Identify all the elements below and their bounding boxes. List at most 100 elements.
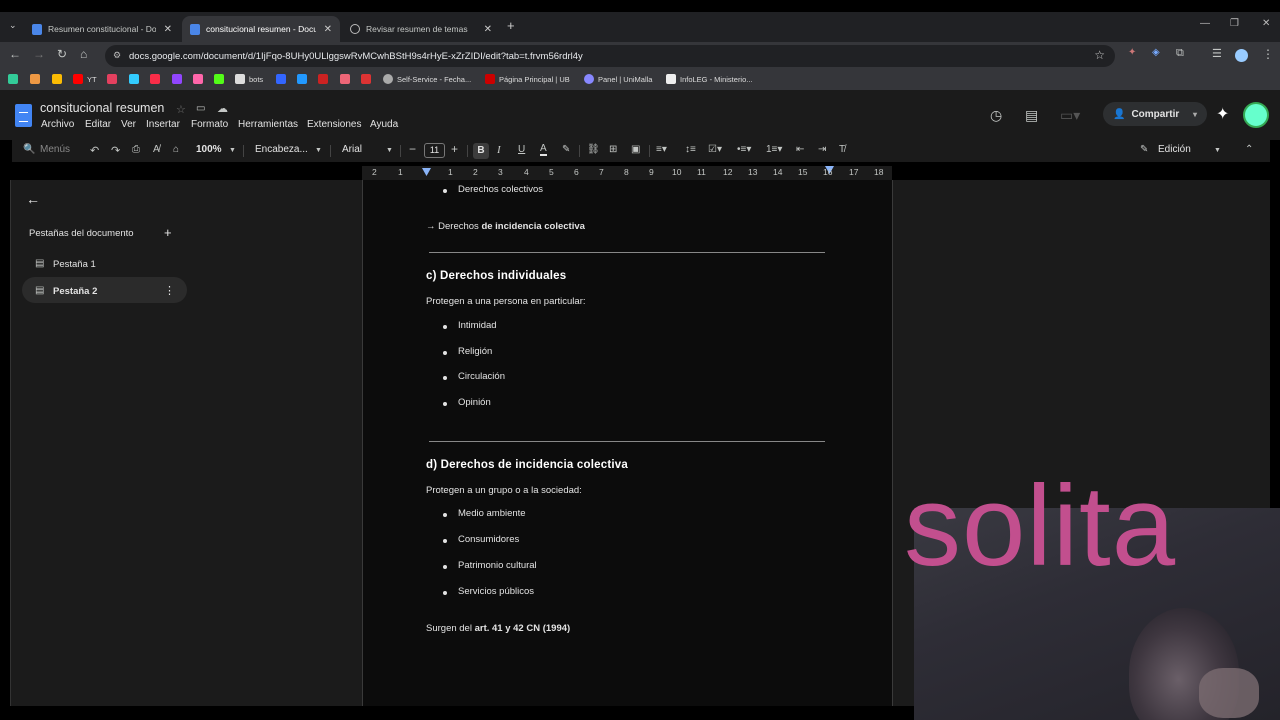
image-icon[interactable]: ▣ — [631, 144, 640, 155]
line-spacing-icon[interactable]: ↕≡ — [685, 144, 696, 155]
browser-tab-2[interactable]: consitucional resumen - Docum ✕ — [182, 16, 340, 42]
forward-arrow-icon[interactable]: → — [33, 47, 45, 61]
numbered-list-icon[interactable]: 1≡▾ — [766, 144, 782, 155]
link-icon[interactable]: ⛓ — [587, 144, 600, 155]
bookmark-icon[interactable] — [276, 74, 290, 84]
checklist-icon[interactable]: ☑▾ — [708, 144, 722, 155]
menu-herramientas[interactable]: Herramientas — [238, 119, 298, 130]
bookmark-star-icon[interactable]: ☆ — [1094, 48, 1105, 62]
decrease-font-size-icon[interactable]: − — [409, 142, 416, 156]
menus-search-input[interactable]: Menús — [40, 144, 70, 155]
move-folder-icon[interactable]: ▭ — [196, 103, 205, 114]
add-tab-plus-icon[interactable]: + — [164, 225, 172, 240]
menu-editar[interactable]: Editar — [85, 119, 111, 130]
reload-icon[interactable]: ↻ — [57, 47, 67, 61]
spellcheck-icon[interactable]: A̸ — [153, 144, 160, 155]
close-icon[interactable]: ✕ — [164, 24, 172, 35]
back-arrow-icon[interactable]: ← — [9, 47, 21, 61]
bookmark-icon[interactable] — [361, 74, 375, 84]
editing-mode-select[interactable]: Edición — [1158, 144, 1191, 155]
history-icon[interactable]: ◷ — [990, 107, 1002, 124]
bookmark-icon[interactable] — [107, 74, 121, 84]
underline-icon[interactable]: U — [518, 144, 525, 155]
increase-font-size-icon[interactable]: + — [451, 142, 458, 156]
chevron-up-icon[interactable]: ⌃ — [1245, 144, 1253, 155]
ruler[interactable]: 2 1 1 2 3 4 5 6 7 8 9 10 11 12 13 14 15 … — [362, 166, 892, 180]
docs-logo-icon[interactable] — [15, 104, 32, 127]
bookmark-self-service[interactable]: Self-Service - Fecha... — [383, 74, 471, 84]
chevron-down-icon[interactable]: ▾ — [1193, 110, 1197, 119]
bullet-list-icon[interactable]: •≡▾ — [737, 144, 751, 155]
bookmark-infoleg[interactable]: InfoLEG - Ministerio... — [666, 74, 753, 84]
address-bar[interactable]: ⚙ docs.google.com/document/d/1IjFqo-8UHy… — [105, 45, 1115, 67]
bold-icon[interactable]: B — [473, 143, 489, 159]
chevron-down-icon[interactable]: ▼ — [229, 147, 236, 154]
close-window-icon[interactable]: ✕ — [1262, 18, 1270, 29]
bookmark-unimalla[interactable]: Panel | UniMalla — [584, 74, 652, 84]
back-arrow-icon[interactable]: ← — [26, 191, 40, 207]
bookmark-icon[interactable] — [340, 74, 354, 84]
home-icon[interactable]: ⌂ — [80, 47, 87, 61]
document-page[interactable] — [362, 180, 893, 720]
bookmark-icon[interactable] — [129, 74, 143, 84]
extension-icon[interactable]: ✦ — [1128, 47, 1136, 58]
account-avatar[interactable] — [1243, 102, 1269, 128]
bookmark-ub[interactable]: Página Principal | UB — [485, 74, 570, 84]
bookmark-icon[interactable] — [8, 74, 22, 84]
bookmark-icon[interactable] — [318, 74, 332, 84]
font-select[interactable]: Arial — [342, 144, 362, 155]
chevron-down-icon[interactable]: ▼ — [1214, 147, 1221, 154]
sidebar-tab-pestana-2[interactable]: Pestaña 2 — [53, 286, 97, 297]
menu-archivo[interactable]: Archivo — [41, 119, 74, 130]
browser-tab-3[interactable]: Revisar resumen de temas ✕ — [342, 16, 500, 42]
more-vert-icon[interactable]: ⋮ — [164, 284, 175, 297]
font-size-input[interactable]: 11 — [424, 143, 445, 158]
bookmark-icon[interactable] — [30, 74, 44, 84]
close-icon[interactable]: ✕ — [484, 24, 492, 35]
highlight-icon[interactable]: ✎ — [562, 144, 570, 155]
decrease-indent-icon[interactable]: ⇤ — [796, 144, 804, 155]
chevron-down-icon[interactable]: ▼ — [386, 147, 393, 154]
menu-insertar[interactable]: Insertar — [146, 119, 180, 130]
redo-icon[interactable]: ↷ — [111, 144, 120, 157]
menu-formato[interactable]: Formato — [191, 119, 228, 130]
maximize-icon[interactable]: ❐ — [1230, 18, 1239, 29]
print-icon[interactable]: ⎙ — [132, 144, 140, 155]
paint-format-icon[interactable]: ⌂ — [173, 144, 179, 155]
style-select[interactable]: Encabeza... — [255, 144, 308, 155]
bookmark-icon[interactable] — [297, 74, 311, 84]
bookmark-icon[interactable] — [150, 74, 164, 84]
align-icon[interactable]: ≡▾ — [656, 144, 667, 155]
sidebar-tab-pestana-1[interactable]: Pestaña 1 — [53, 259, 96, 270]
extension-icon[interactable]: ◈ — [1152, 47, 1160, 58]
bookmark-icon[interactable] — [214, 74, 228, 84]
profile-avatar[interactable] — [1235, 49, 1248, 62]
sidebar-tab-pestana-2-selected[interactable] — [22, 277, 187, 303]
share-button[interactable]: 👤 Compartir ▾ — [1103, 102, 1207, 126]
chevron-down-icon[interactable]: ▼ — [315, 147, 322, 154]
extensions-puzzle-icon[interactable]: ⧉ — [1176, 47, 1184, 60]
search-icon[interactable]: 🔍 — [23, 144, 35, 155]
italic-icon[interactable]: I — [497, 144, 501, 156]
indent-marker-icon[interactable] — [422, 168, 431, 176]
document-title[interactable]: consitucional resumen — [40, 101, 164, 115]
reading-list-icon[interactable]: ☰ — [1212, 47, 1222, 60]
undo-icon[interactable]: ↶ — [90, 144, 99, 157]
gemini-sparkle-icon[interactable]: ✦ — [1216, 104, 1229, 124]
browser-tab-1[interactable]: Resumen constitucional - Docu ✕ — [24, 16, 180, 42]
text-color-icon[interactable]: A — [540, 144, 547, 156]
clear-formatting-icon[interactable]: T̸ — [839, 144, 845, 155]
zoom-select[interactable]: 100% — [196, 144, 222, 155]
site-info-icon[interactable]: ⚙ — [113, 50, 121, 61]
new-tab-plus-icon[interactable]: + — [507, 18, 515, 33]
tab-search-chevron-icon[interactable]: ⌄ — [9, 20, 17, 31]
menu-extensiones[interactable]: Extensiones — [307, 119, 361, 130]
bookmark-icon[interactable] — [172, 74, 186, 84]
comment-add-icon[interactable]: ⊞ — [609, 144, 617, 155]
more-vert-icon[interactable]: ⋮ — [1262, 47, 1274, 61]
comments-icon[interactable]: ▤ — [1025, 107, 1038, 124]
minimize-icon[interactable]: — — [1200, 18, 1210, 29]
close-icon[interactable]: ✕ — [324, 24, 332, 35]
bookmark-bots[interactable]: bots — [235, 74, 263, 84]
bookmark-yt[interactable]: YT — [73, 74, 97, 84]
